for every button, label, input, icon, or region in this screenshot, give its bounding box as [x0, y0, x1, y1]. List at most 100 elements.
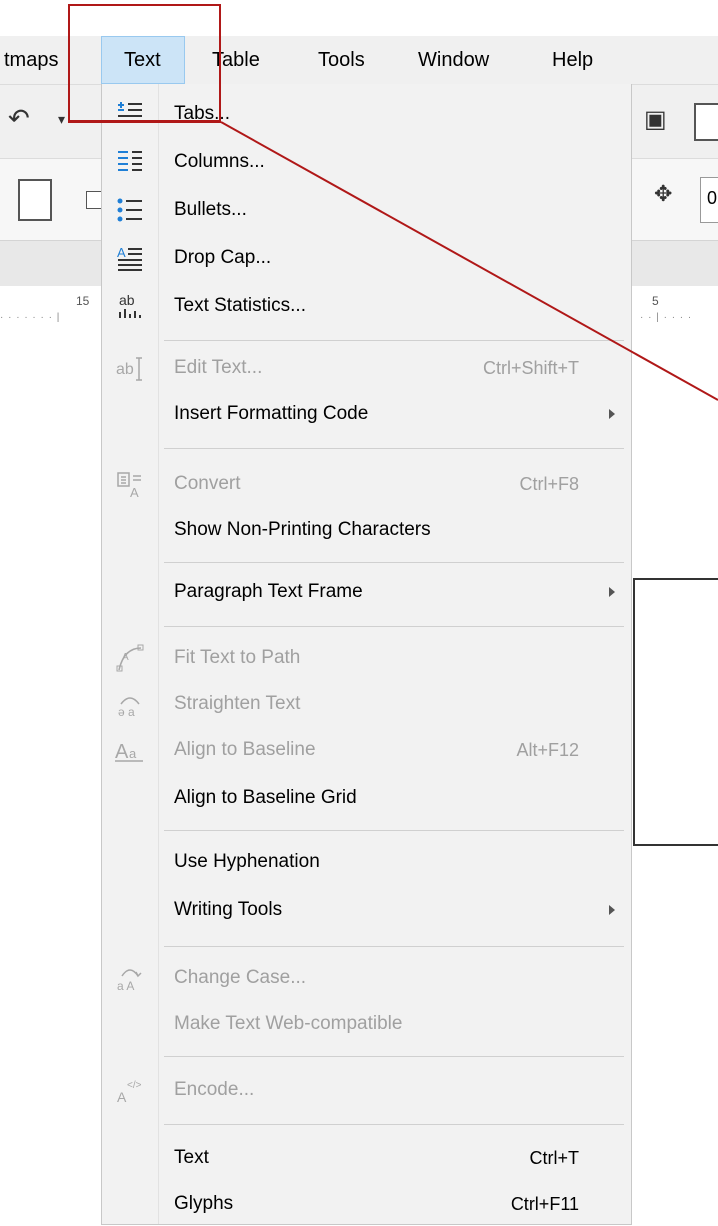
menu-item-label: Fit Text to Path: [174, 647, 301, 668]
menu-item-paragraph-text-frame[interactable]: Paragraph Text Frame: [102, 570, 633, 614]
ruler-ticks-right: · · | · · · ·: [640, 312, 693, 323]
menu-item-label: Paragraph Text Frame: [174, 581, 363, 602]
menu-item-label: Change Case...: [174, 967, 307, 988]
menu-item-label: Edit Text...: [174, 357, 263, 378]
ruler-label-right: 5: [652, 294, 659, 308]
landscape-button[interactable]: [86, 191, 102, 209]
menu-item-writing-tools[interactable]: Writing Tools: [102, 888, 633, 932]
menu-item-bullets[interactable]: Bullets...: [102, 188, 633, 232]
menu-item-use-hyphenation[interactable]: Use Hyphenation: [102, 840, 633, 884]
menu-separator: [164, 340, 624, 341]
menu-help-label: Help: [552, 49, 594, 71]
annotation-highlight-box: [68, 4, 221, 122]
menu-item-label: Text: [174, 1147, 209, 1168]
menu-separator: [164, 1124, 624, 1125]
menu-separator: [164, 830, 624, 831]
menu-window-label: Window: [418, 49, 490, 71]
align-baseline-icon: Aa: [114, 734, 146, 766]
options-button[interactable]: [694, 103, 718, 141]
menu-item-shortcut: Ctrl+Shift+T: [482, 358, 579, 378]
svg-text:</>: </>: [127, 1080, 142, 1091]
edit-text-icon: ab: [114, 352, 146, 384]
menu-separator: [164, 562, 624, 563]
svg-text:A: A: [115, 741, 129, 763]
menu-help[interactable]: Help: [552, 36, 612, 84]
svg-text:ab: ab: [116, 361, 134, 378]
svg-text:A: A: [122, 652, 129, 663]
menu-item-fit-text-to-path[interactable]: A Fit Text to Path: [102, 636, 633, 680]
menu-item-align-to-baseline[interactable]: Aa Align to Baseline Alt+F12: [102, 728, 633, 772]
menu-item-label: Columns...: [174, 151, 265, 172]
change-case-icon: a A: [114, 962, 146, 994]
menu-item-label: Drop Cap...: [174, 247, 272, 268]
page-border: [633, 578, 718, 846]
submenu-arrow-icon: [609, 905, 615, 915]
menu-item-label: Text Statistics...: [174, 295, 306, 316]
menu-item-straighten-text[interactable]: ə a Straighten Text: [102, 682, 633, 726]
menu-item-columns[interactable]: Columns...: [102, 140, 633, 184]
undo-icon[interactable]: ↶: [8, 103, 30, 134]
text-statistics-icon: ab: [114, 290, 146, 322]
menu-item-shortcut: Alt+F12: [516, 740, 579, 760]
menu-item-convert[interactable]: A Convert Ctrl+F8: [102, 462, 633, 506]
svg-text:a: a: [129, 746, 137, 761]
convert-icon: A: [114, 468, 146, 500]
fit-text-to-path-icon: A: [114, 642, 146, 674]
menu-item-encode[interactable]: A </> Encode...: [102, 1068, 633, 1112]
menu-item-shortcut: Ctrl+T: [529, 1148, 580, 1168]
menu-item-label: Align to Baseline Grid: [174, 787, 357, 808]
menu-item-shortcut: Ctrl+F8: [519, 474, 579, 494]
menu-item-label: Convert: [174, 473, 241, 494]
menu-bitmaps-label: tmaps: [4, 49, 59, 71]
encode-icon: A </>: [114, 1074, 146, 1106]
ruler-label-left: 15: [76, 294, 90, 308]
menu-item-label: Bullets...: [174, 199, 247, 220]
menu-item-label: Writing Tools: [174, 899, 283, 920]
submenu-arrow-icon: [609, 409, 615, 419]
svg-text:A: A: [117, 245, 126, 260]
text-menu-dropdown: Tabs... Columns... Bullets... A Drop Cap…: [101, 84, 632, 1225]
submenu-arrow-icon: [609, 587, 615, 597]
menu-item-label: Encode...: [174, 1079, 255, 1100]
position-value: 0: [707, 188, 718, 208]
portrait-button[interactable]: [18, 179, 52, 221]
menu-item-label: Insert Formatting Code: [174, 403, 369, 424]
dropdown-arrow-icon[interactable]: ▾: [58, 111, 65, 128]
straighten-text-icon: ə a: [114, 688, 146, 720]
menu-separator: [164, 626, 624, 627]
menu-item-label: Use Hyphenation: [174, 851, 320, 872]
menu-separator: [164, 946, 624, 947]
menu-tools[interactable]: Tools: [318, 36, 388, 84]
position-field[interactable]: 0: [700, 177, 718, 223]
menu-tools-label: Tools: [318, 49, 365, 71]
menu-item-drop-cap[interactable]: A Drop Cap...: [102, 236, 633, 280]
svg-text:A: A: [130, 485, 139, 498]
svg-text:ab: ab: [119, 292, 135, 308]
menu-item-label: Show Non-Printing Characters: [174, 519, 431, 540]
move-icon[interactable]: ✥: [654, 181, 672, 207]
menu-item-label: Glyphs: [174, 1193, 234, 1214]
menu-item-shortcut: Ctrl+F11: [510, 1194, 579, 1214]
menu-item-label: Align to Baseline: [174, 739, 316, 760]
menu-item-label: Make Text Web-compatible: [174, 1013, 403, 1034]
menu-table[interactable]: Table: [212, 36, 292, 84]
columns-icon: [114, 146, 146, 178]
menu-separator: [164, 1056, 624, 1057]
menu-item-glyphs[interactable]: Glyphs Ctrl+F11: [102, 1182, 633, 1226]
ruler-ticks-left: · · · · · · · |: [0, 312, 61, 323]
menu-separator: [164, 448, 624, 449]
menu-item-text-docker[interactable]: Text Ctrl+T: [102, 1136, 633, 1180]
full-screen-icon[interactable]: ▣: [644, 105, 667, 134]
menu-item-label: Straighten Text: [174, 693, 301, 714]
menu-item-show-non-printing-characters[interactable]: Show Non-Printing Characters: [102, 508, 633, 552]
menu-item-text-statistics[interactable]: ab Text Statistics...: [102, 284, 633, 328]
menu-item-edit-text[interactable]: ab Edit Text... Ctrl+Shift+T: [102, 346, 633, 390]
menu-item-change-case[interactable]: a A Change Case...: [102, 956, 633, 1000]
menu-item-insert-formatting-code[interactable]: Insert Formatting Code: [102, 392, 633, 436]
menu-item-make-text-web-compatible[interactable]: Make Text Web-compatible: [102, 1002, 633, 1046]
drop-cap-icon: A: [114, 242, 146, 274]
menu-window[interactable]: Window: [418, 36, 518, 84]
menu-item-align-to-baseline-grid[interactable]: Align to Baseline Grid: [102, 776, 633, 820]
svg-text:ə a: ə a: [118, 705, 135, 718]
svg-text:a A: a A: [117, 979, 134, 992]
